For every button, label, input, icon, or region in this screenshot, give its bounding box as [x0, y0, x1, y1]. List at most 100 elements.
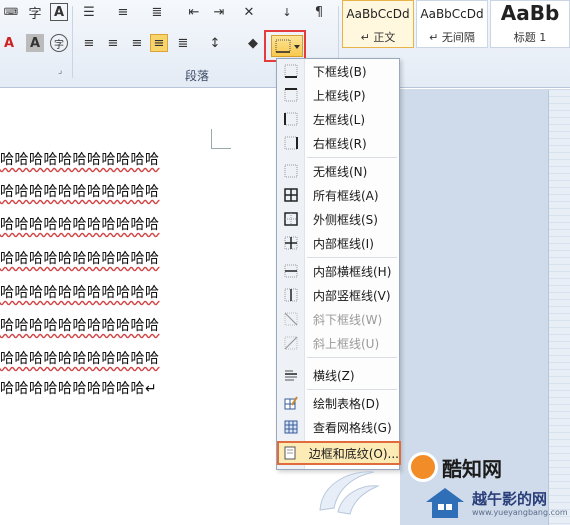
show-marks-icon[interactable]: ¶ — [310, 3, 328, 21]
font-color-icon[interactable]: A — [0, 34, 18, 52]
menu-item-top-border[interactable]: 上框线(P) — [277, 85, 401, 105]
menu-item-bottom-border[interactable]: 下框线(B) — [277, 61, 401, 81]
menu-item-diagonal-up-border[interactable]: 斜上框线(U) — [277, 333, 401, 353]
menu-separator — [307, 389, 397, 390]
align-center-icon[interactable]: ≡ — [104, 34, 122, 52]
crop-mark — [211, 129, 231, 149]
brand-text: 酷知网 — [442, 456, 502, 481]
line-spacing-icon[interactable]: ↕ — [206, 34, 224, 52]
menu-item-inside-vertical-border[interactable]: 内部竖框线(V) — [277, 285, 401, 305]
brand-ring-icon — [408, 452, 438, 482]
text-line: 哈哈哈哈哈哈哈哈哈哈哈 — [0, 318, 160, 334]
vertical-ruler[interactable] — [548, 90, 570, 525]
style-sample: AaBbCcDd — [346, 7, 410, 21]
character-border-icon[interactable]: 字 — [26, 3, 44, 22]
menu-item-diagonal-down-border[interactable]: 斜下框线(W) — [277, 309, 401, 329]
borders-dropdown-menu: 下框线(B) 上框线(P) 左框线(L) 右框线(R) 无框线(N) 所有框线(… — [276, 58, 401, 470]
group-divider — [72, 6, 73, 78]
text-line: 哈哈哈哈哈哈哈哈哈哈哈 — [0, 184, 160, 200]
view-gridlines-icon — [284, 420, 298, 434]
numbering-icon[interactable]: ≡ — [114, 3, 132, 21]
multilevel-list-icon[interactable]: ≣ — [148, 3, 166, 21]
borders-button-icon — [271, 35, 303, 57]
menu-separator — [307, 357, 397, 358]
distributed-icon[interactable]: ≣ — [174, 34, 192, 52]
menu-item-right-border[interactable]: 右框线(R) — [277, 133, 401, 153]
style-normal[interactable]: AaBbCcDd ↵ 正文 — [342, 0, 414, 48]
menu-item-label: 斜下框线(W) — [313, 312, 383, 327]
decrease-indent-icon[interactable]: ⇤ — [185, 3, 203, 21]
menu-item-label: 内部横框线(H) — [313, 264, 392, 279]
menu-item-draw-table[interactable]: 绘制表格(D) — [277, 393, 401, 413]
menu-separator — [307, 257, 397, 258]
enclose-char-icon[interactable]: 字 — [50, 34, 68, 52]
borders-shading-icon — [284, 446, 296, 460]
style-sample: AaBb — [500, 1, 560, 25]
outside-borders-icon — [284, 212, 298, 226]
text-line: 哈哈哈哈哈哈哈哈哈哈哈 — [0, 152, 160, 168]
text-line: 哈哈哈哈哈哈哈哈哈哈↵ — [0, 381, 158, 397]
inside-vertical-border-icon — [284, 288, 298, 302]
menu-item-horizontal-line[interactable]: 横线(Z) — [277, 365, 401, 385]
style-name: 标题 1 — [513, 31, 547, 44]
menu-item-label: 左框线(L) — [313, 112, 366, 127]
text-line: 哈哈哈哈哈哈哈哈哈哈哈 — [0, 251, 160, 267]
phonetic-guide-icon[interactable]: ⌨ — [2, 3, 20, 21]
menu-item-label: 右框线(R) — [313, 136, 367, 151]
left-border-icon — [284, 112, 298, 126]
site-name-text: 越午影的网 — [472, 490, 548, 508]
draw-table-icon — [284, 396, 298, 410]
justify-icon[interactable]: ≡ — [150, 34, 168, 52]
menu-item-label: 斜上框线(U) — [313, 336, 380, 351]
all-borders-icon — [284, 188, 298, 202]
chinese-layout-icon[interactable]: ✕ — [240, 3, 258, 21]
menu-item-no-border[interactable]: 无框线(N) — [277, 161, 401, 181]
diagonal-up-border-icon — [284, 336, 298, 350]
menu-item-label: 横线(Z) — [313, 368, 355, 383]
no-border-icon — [284, 164, 298, 178]
sort-icon[interactable]: ↓ — [278, 3, 296, 21]
inside-horizontal-border-icon — [284, 264, 298, 278]
document-page[interactable]: 哈哈哈哈哈哈哈哈哈哈哈 哈哈哈哈哈哈哈哈哈哈哈 哈哈哈哈哈哈哈哈哈哈哈 哈哈哈哈… — [0, 89, 320, 525]
menu-separator — [307, 157, 397, 158]
menu-item-label: 内部框线(I) — [313, 236, 374, 251]
bottom-border-icon — [284, 64, 298, 78]
style-no-spacing[interactable]: AaBbCcDd ↵ 无间隔 — [416, 0, 488, 48]
menu-item-label: 内部竖框线(V) — [313, 288, 391, 303]
paragraph-group-label: 段落 — [185, 69, 210, 83]
menu-item-label: 外侧框线(S) — [313, 212, 378, 227]
watermark-swirl-logo — [319, 471, 380, 515]
diagonal-down-border-icon — [284, 312, 298, 326]
font-dialog-launcher-icon[interactable]: ⌟ — [58, 66, 62, 76]
watermark-site-logo: 越午影的网 www.yueyangbang.com — [420, 484, 568, 522]
watermark-brand-logo: 酷知网 — [408, 450, 548, 484]
align-left-icon[interactable]: ≡ — [80, 34, 98, 52]
site-url-text: www.yueyangbang.com — [472, 508, 568, 517]
menu-item-inside-borders[interactable]: 内部框线(I) — [277, 233, 401, 253]
char-shading-icon[interactable]: A — [26, 34, 44, 52]
top-border-icon — [284, 88, 298, 102]
menu-item-outside-borders[interactable]: 外侧框线(S) — [277, 209, 401, 229]
shading-bucket-icon[interactable]: ◆ — [244, 34, 262, 52]
menu-item-inside-horizontal-border[interactable]: 内部横框线(H) — [277, 261, 401, 281]
style-heading-1[interactable]: AaBb 标题 1 — [490, 0, 570, 48]
text-line: 哈哈哈哈哈哈哈哈哈哈哈 — [0, 285, 160, 301]
menu-item-left-border[interactable]: 左框线(L) — [277, 109, 401, 129]
bullets-icon[interactable]: ☰ — [80, 3, 98, 21]
menu-item-label: 所有框线(A) — [313, 188, 379, 203]
menu-item-label: 无框线(N) — [313, 164, 368, 179]
menu-item-label: 边框和底纹(O)... — [308, 446, 399, 461]
style-sample: AaBbCcDd — [420, 7, 484, 21]
align-right-icon[interactable]: ≡ — [128, 34, 146, 52]
increase-indent-icon[interactable]: ⇥ — [210, 3, 228, 21]
menu-item-label: 上框线(P) — [313, 88, 366, 103]
style-name: ↵ 无间隔 — [429, 31, 475, 44]
house-logo-icon — [426, 488, 464, 518]
menu-item-view-gridlines[interactable]: 查看网格线(G) — [277, 417, 401, 437]
style-name: ↵ 正文 — [360, 31, 396, 44]
text-line: 哈哈哈哈哈哈哈哈哈哈哈 — [0, 351, 160, 367]
menu-item-label: 绘制表格(D) — [313, 396, 380, 411]
right-border-icon — [284, 136, 298, 150]
font-size-a-icon[interactable]: A — [50, 3, 68, 21]
menu-item-all-borders[interactable]: 所有框线(A) — [277, 185, 401, 205]
